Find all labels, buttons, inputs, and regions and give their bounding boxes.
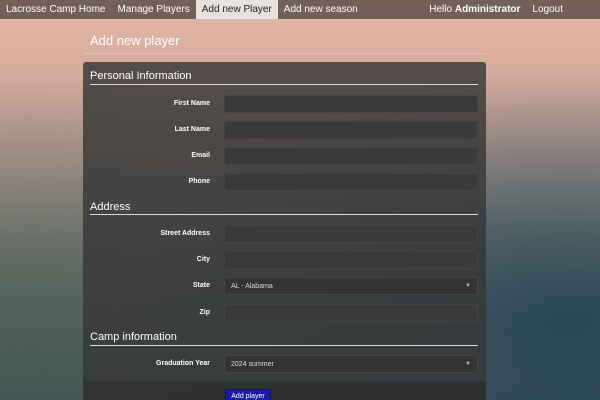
phone-field[interactable] xyxy=(224,173,478,191)
chevron-down-icon: ▼ xyxy=(465,361,471,367)
greeting-prefix: Hello xyxy=(429,4,453,15)
form-footer xyxy=(83,381,486,400)
city-label: City xyxy=(196,256,210,263)
phone-label: Phone xyxy=(188,178,210,185)
state-selected-value: AL - Alabama xyxy=(231,282,273,290)
nav-greeting[interactable]: Hello Administrator xyxy=(423,0,526,19)
zip-field[interactable] xyxy=(224,304,478,322)
street-address-field[interactable] xyxy=(224,225,478,243)
email-label: Email xyxy=(191,152,210,159)
add-player-button[interactable]: Add player xyxy=(225,389,271,400)
top-navbar: Lacrosse Camp Home Manage Players Add ne… xyxy=(0,0,600,19)
state-label: State xyxy=(192,282,210,289)
graduation-year-selected-value: 2024 summer xyxy=(231,360,274,368)
zip-label: Zip xyxy=(199,309,211,316)
city-field[interactable] xyxy=(224,251,478,269)
last-name-field[interactable] xyxy=(224,121,478,139)
title-divider xyxy=(84,53,486,54)
first-name-label: First Name xyxy=(173,100,210,107)
graduation-year-select[interactable]: 2024 summer ▼ xyxy=(224,355,478,373)
section-divider-camp xyxy=(90,345,478,346)
last-name-label: Last Name xyxy=(174,126,210,133)
email-field[interactable] xyxy=(224,147,478,165)
section-divider-address xyxy=(90,214,478,215)
nav-logout-link[interactable]: Logout xyxy=(526,0,600,19)
nav-add-season-link[interactable]: Add new season xyxy=(278,0,364,19)
section-title-camp: Camp information xyxy=(90,331,177,343)
section-title-personal: Personal Information xyxy=(90,70,192,82)
state-select[interactable]: AL - Alabama ▼ xyxy=(224,277,478,295)
section-divider-personal xyxy=(90,84,478,85)
street-address-label: Street Address xyxy=(160,230,210,237)
first-name-field[interactable] xyxy=(224,95,478,113)
section-title-address: Address xyxy=(90,201,131,213)
nav-home-link[interactable]: Lacrosse Camp Home xyxy=(0,0,111,19)
greeting-username: Administrator xyxy=(454,4,521,15)
page-title: Add new player xyxy=(90,33,180,48)
nav-add-player-link[interactable]: Add new Player xyxy=(195,0,278,19)
nav-manage-players-link[interactable]: Manage Players xyxy=(111,0,195,19)
graduation-year-label: Graduation Year xyxy=(156,360,210,367)
chevron-down-icon: ▼ xyxy=(465,283,471,289)
